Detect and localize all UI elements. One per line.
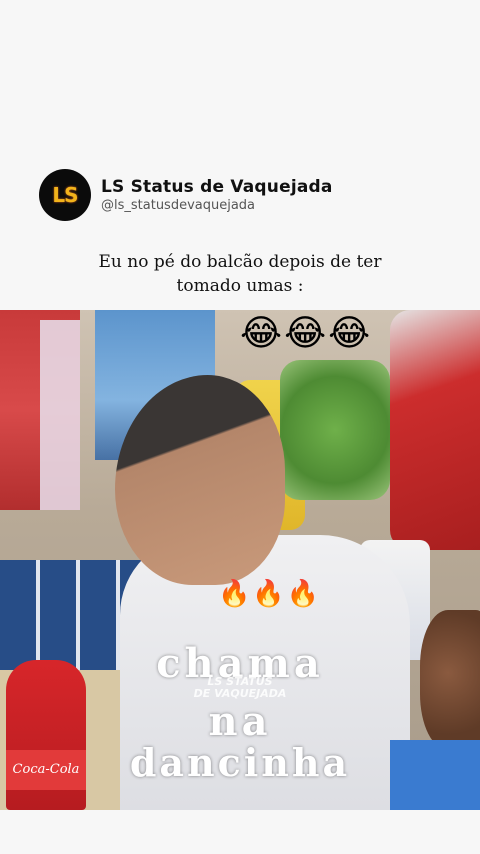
post-header: LS LS Status de Vaquejada @ls_statusdeva… [39,168,333,222]
caption-line-1: Eu no pé do balcão depois de ter [98,252,382,272]
green-package [280,360,390,500]
avatar-logo-text: LS [52,183,78,207]
overlay-text-line-3: dancinha [129,740,351,785]
laughing-emoji-row: 😂😂😂 [240,313,373,354]
shelf-products-white [40,320,80,510]
video-media[interactable]: Coca-Cola 😂😂😂 🔥🔥🔥 chama LS STATUS DE VAQ… [0,310,480,810]
avatar[interactable]: LS [39,169,91,221]
caption-line-2: tomado umas : [176,276,304,296]
fire-emoji-row: 🔥🔥🔥 [218,579,322,609]
red-package [390,310,480,550]
overlay-text-line-2: na [208,698,272,745]
username-handle[interactable]: @ls_statusdevaquejada [101,198,333,213]
watermark: LS STATUS DE VAQUEJADA [180,676,300,700]
post-caption: Eu no pé do balcão depois de ter tomado … [0,250,480,298]
display-name[interactable]: LS Status de Vaquejada [101,177,333,197]
author-info: LS Status de Vaquejada @ls_statusdevaque… [101,177,333,213]
post-card: LS LS Status de Vaquejada @ls_statusdeva… [0,0,480,854]
